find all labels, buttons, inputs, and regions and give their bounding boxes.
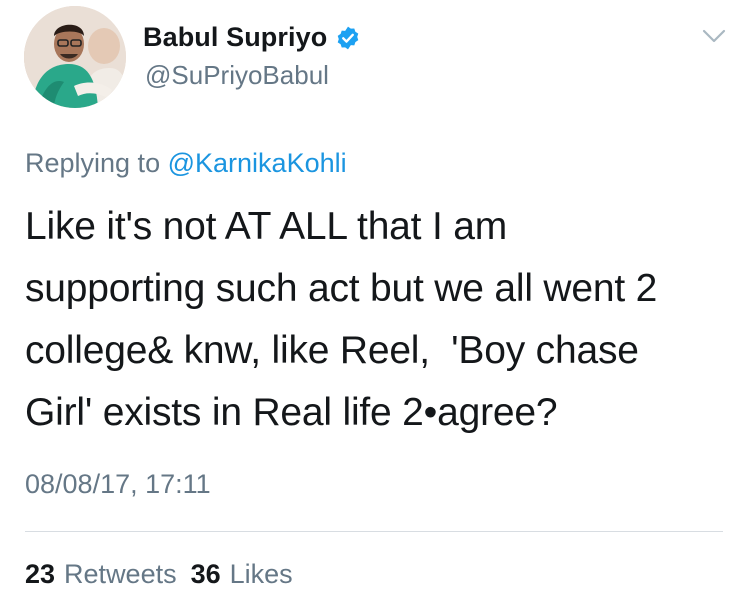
tweet-text-line: Like it's not AT ALL that I am bbox=[25, 205, 507, 248]
retweets-label: Retweets bbox=[64, 559, 177, 589]
divider bbox=[25, 531, 723, 532]
verified-badge-icon bbox=[335, 25, 361, 51]
retweets-stat[interactable]: 23 Retweets bbox=[25, 559, 177, 590]
likes-count: 36 bbox=[190, 559, 221, 589]
tweet-text-line: Girl' exists in Real life 2•agree? bbox=[25, 391, 558, 434]
tweet-card: Babul Supriyo @SuPriyoBabul Replying to … bbox=[0, 0, 735, 608]
likes-label: Likes bbox=[229, 559, 293, 589]
replying-to-label: Replying to bbox=[25, 148, 161, 178]
tweet-timestamp[interactable]: 08/08/17, 17:11 bbox=[25, 469, 211, 500]
author-name-row: Babul Supriyo bbox=[143, 22, 361, 53]
avatar-image bbox=[24, 6, 126, 108]
tweet-text-line: supporting such act but we all went 2 bbox=[25, 267, 658, 310]
tweet-text: Like it's not AT ALL that I am supportin… bbox=[25, 196, 725, 444]
tweet-text-line: college& knw, like Reel, 'Boy chase bbox=[25, 329, 639, 372]
tweet-stats: 23 Retweets 36 Likes bbox=[25, 559, 293, 590]
retweets-count: 23 bbox=[25, 559, 56, 589]
reply-mention-link[interactable]: @KarnikaKohli bbox=[168, 148, 347, 178]
author-display-name[interactable]: Babul Supriyo bbox=[143, 22, 327, 53]
avatar[interactable] bbox=[24, 6, 126, 108]
author-handle[interactable]: @SuPriyoBabul bbox=[145, 60, 329, 91]
replying-to: Replying to @KarnikaKohli bbox=[25, 148, 347, 179]
likes-stat[interactable]: 36 Likes bbox=[191, 559, 293, 590]
chevron-down-icon[interactable] bbox=[700, 26, 728, 46]
